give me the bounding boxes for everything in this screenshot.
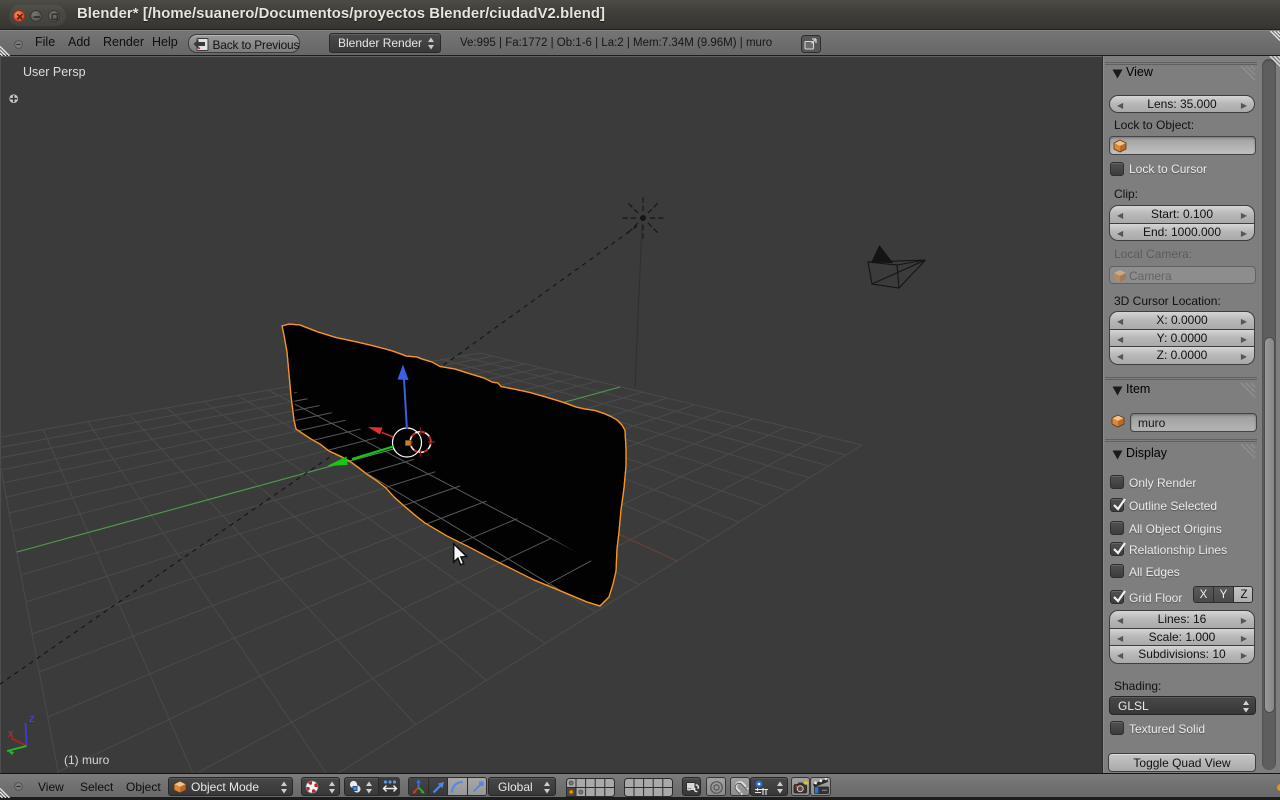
svg-text:x: x bbox=[8, 728, 14, 740]
svg-text:(1) muro: (1) muro bbox=[64, 753, 110, 767]
svg-text:z: z bbox=[29, 713, 35, 725]
svg-text:User Persp: User Persp bbox=[23, 65, 86, 79]
